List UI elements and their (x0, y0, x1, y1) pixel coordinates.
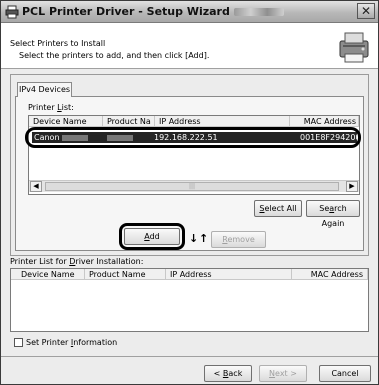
cancel-button[interactable]: Cancel (319, 365, 371, 382)
scrollbar-thumb[interactable]: ||| (45, 182, 339, 191)
remove-button[interactable]: Remove (211, 231, 266, 248)
add-button[interactable]: Add (124, 228, 180, 245)
column-header-ip-address[interactable]: IP Address (166, 269, 292, 280)
page-title: Select Printers to Install (10, 39, 106, 48)
selected-row-highlight (25, 127, 361, 148)
title-bar[interactable]: PCL Printer Driver - Setup Wizard ✕ (1, 1, 378, 23)
setup-wizard-art (339, 32, 369, 63)
column-header-product-name[interactable]: Product Na (103, 116, 155, 127)
back-button[interactable]: < Back (204, 365, 252, 382)
column-header-mac-address[interactable]: MAC Address (290, 116, 359, 127)
set-printer-information-checkbox[interactable] (14, 338, 23, 347)
search-again-button[interactable]: Search Again (306, 200, 360, 228)
column-header-device-name[interactable]: Device Name (11, 269, 85, 280)
printer-list-label: Printer List: (28, 103, 74, 112)
horizontal-scrollbar[interactable]: ◀ ||| ▶ (29, 180, 359, 192)
driver-list-label: Printer List for Driver Installation: (10, 257, 144, 266)
driver-list-header: Device Name Product Name IP Address MAC … (11, 269, 368, 280)
wizard-header: Select Printers to Install Select the pr… (1, 23, 378, 69)
next-button[interactable]: Next > (259, 365, 307, 382)
page-subtitle: Select the printers to add, and then cli… (19, 51, 210, 60)
footer-divider (1, 356, 378, 357)
set-printer-information-label[interactable]: Set Printer Information (26, 338, 117, 347)
redacted-title-suffix (233, 8, 284, 16)
printer-icon (5, 5, 19, 19)
driver-install-list[interactable]: Device Name Product Name IP Address MAC … (10, 268, 369, 332)
arrow-up-icon: ↑ (199, 232, 209, 245)
close-button[interactable]: ✕ (357, 3, 375, 19)
column-header-device-name[interactable]: Device Name (29, 116, 103, 127)
column-header-mac-address[interactable]: MAC Address (292, 269, 368, 280)
select-all-button[interactable]: Select All (254, 200, 302, 217)
setup-wizard-window: PCL Printer Driver - Setup Wizard ✕ Sele… (0, 0, 379, 385)
printer-list-header: Device Name Product Na IP Address MAC Ad… (29, 116, 359, 127)
window-title: PCL Printer Driver - Setup Wizard (22, 5, 284, 18)
column-header-ip-address[interactable]: IP Address (155, 116, 290, 127)
scroll-right-icon[interactable]: ▶ (346, 181, 358, 192)
column-header-product-name[interactable]: Product Name (85, 269, 166, 280)
tab-ipv4-devices[interactable]: IPv4 Devices (17, 82, 72, 97)
scroll-left-icon[interactable]: ◀ (30, 181, 42, 192)
arrow-down-icon: ↓ (189, 232, 199, 245)
